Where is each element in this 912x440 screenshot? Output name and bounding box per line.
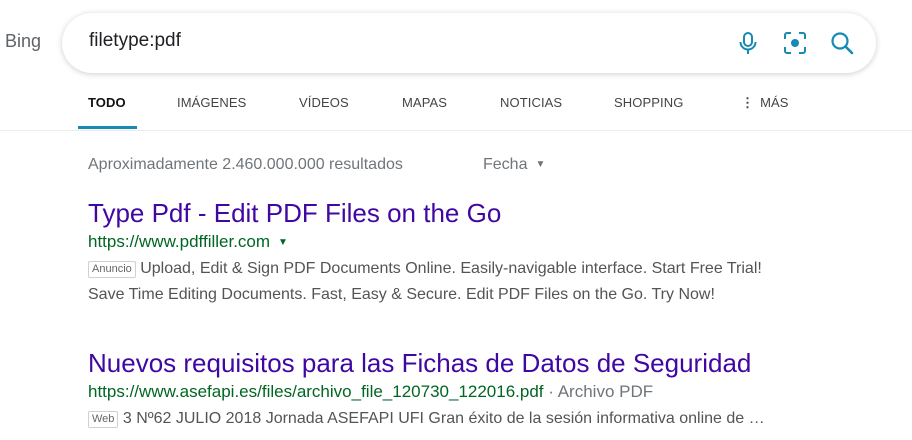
ad-badge: Anuncio <box>88 261 136 278</box>
tab-noticias[interactable]: NOTICIAS <box>500 95 562 110</box>
web-badge: Web <box>88 411 119 428</box>
file-type-label: · Archivo PDF <box>548 382 654 401</box>
search-box[interactable]: filetype:pdf <box>62 13 876 73</box>
result-title-link[interactable]: Type Pdf - Edit PDF Files on the Go <box>88 198 908 229</box>
tab-videos[interactable]: VÍDEOS <box>299 95 349 110</box>
result-title-link[interactable]: Nuevos requisitos para las Fichas de Dat… <box>88 348 908 379</box>
scope-tabs: TODO IMÁGENES VÍDEOS MAPAS NOTICIAS SHOP… <box>0 86 912 131</box>
date-filter-dropdown[interactable]: Fecha ▼ <box>483 156 545 174</box>
active-tab-indicator <box>78 126 137 129</box>
search-icon[interactable] <box>828 29 856 57</box>
result-snippet: Upload, Edit & Sign PDF Documents Online… <box>140 260 762 277</box>
tab-imagenes[interactable]: IMÁGENES <box>177 95 246 110</box>
result-url[interactable]: https://www.pdffiller.com <box>88 232 270 251</box>
caret-down-icon: ▼ <box>535 159 546 170</box>
search-result: Type Pdf - Edit PDF Files on the Go http… <box>88 198 908 308</box>
tab-mas[interactable]: ⋮ MÁS <box>741 95 789 111</box>
bing-logo[interactable]: Bing <box>5 31 41 52</box>
tab-todo[interactable]: TODO <box>88 95 126 110</box>
caret-down-icon[interactable]: ▼ <box>278 237 288 248</box>
tab-shopping[interactable]: SHOPPING <box>614 95 683 110</box>
microphone-icon[interactable] <box>734 29 762 57</box>
search-result: Nuevos requisitos para las Fichas de Dat… <box>88 348 908 432</box>
visual-search-icon[interactable] <box>781 29 809 57</box>
date-filter-label: Fecha <box>483 156 528 173</box>
result-snippet: 3 Nº62 JULIO 2018 Jornada ASEFAPI UFI Gr… <box>122 410 765 427</box>
tab-mas-label: MÁS <box>760 95 789 110</box>
result-count: Aproximadamente 2.460.000.000 resultados <box>88 156 403 173</box>
search-input[interactable]: filetype:pdf <box>89 30 181 52</box>
more-vertical-icon: ⋮ <box>741 95 755 110</box>
tab-mapas[interactable]: MAPAS <box>402 95 447 110</box>
result-url[interactable]: https://www.asefapi.es/files/archivo_fil… <box>88 382 544 401</box>
result-snippet: Save Time Editing Documents. Fast, Easy … <box>88 286 715 303</box>
